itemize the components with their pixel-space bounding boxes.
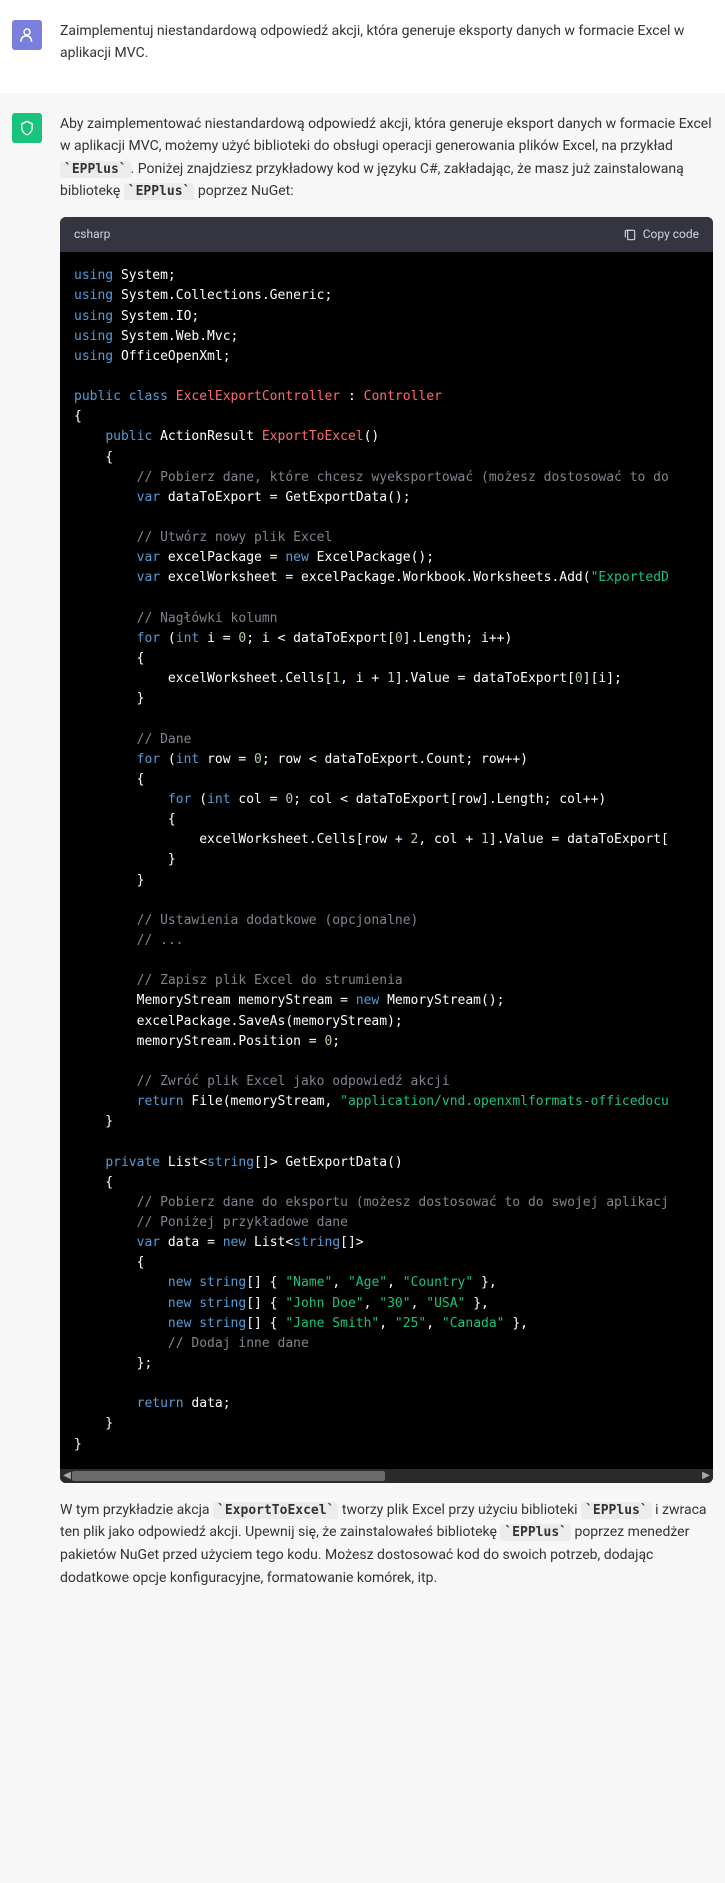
outro-text-1: W tym przykładzie akcja [60, 1502, 213, 1518]
inline-code-epplus: `EPPlus` [500, 1524, 571, 1541]
assistant-avatar-icon [12, 113, 42, 143]
code-header: csharp Copy code [60, 217, 713, 252]
scroll-right-arrow-icon[interactable]: ▶ [699, 1469, 713, 1483]
copy-code-button[interactable]: Copy code [623, 225, 699, 244]
horizontal-scrollbar[interactable]: ◀ ▶ [60, 1469, 713, 1483]
user-content: Zaimplementuj niestandardową odpowiedź a… [60, 20, 713, 73]
scrollbar-thumb[interactable] [72, 1471, 385, 1481]
copy-label: Copy code [643, 225, 699, 244]
outro-paragraph: W tym przykładzie akcja `ExportToExcel` … [60, 1499, 713, 1589]
intro-paragraph: Aby zaimplementować niestandardową odpow… [60, 113, 713, 203]
user-message: Zaimplementuj niestandardową odpowiedź a… [0, 0, 725, 93]
code-body[interactable]: using System; using System.Collections.G… [60, 252, 713, 1468]
user-text: Zaimplementuj niestandardową odpowiedź a… [60, 20, 713, 65]
inline-code-epplus: `EPPlus` [124, 183, 195, 200]
inline-code-epplus: `EPPlus` [60, 161, 131, 178]
inline-code-epplus: `EPPlus` [581, 1502, 652, 1519]
intro-text-1: Aby zaimplementować niestandardową odpow… [60, 116, 712, 154]
assistant-content: Aby zaimplementować niestandardową odpow… [60, 113, 713, 1597]
code-language-label: csharp [74, 225, 110, 244]
intro-text-3: poprzez NuGet: [194, 183, 293, 199]
outro-text-2: tworzy plik Excel przy użyciu biblioteki [338, 1502, 581, 1518]
code-content: using System; using System.Collections.G… [74, 266, 699, 1454]
user-avatar-icon [12, 20, 42, 50]
code-block: csharp Copy code using System; using Sys… [60, 217, 713, 1482]
clipboard-icon [623, 228, 637, 242]
inline-code-export: `ExportToExcel` [213, 1502, 338, 1519]
assistant-message: Aby zaimplementować niestandardową odpow… [0, 93, 725, 1617]
